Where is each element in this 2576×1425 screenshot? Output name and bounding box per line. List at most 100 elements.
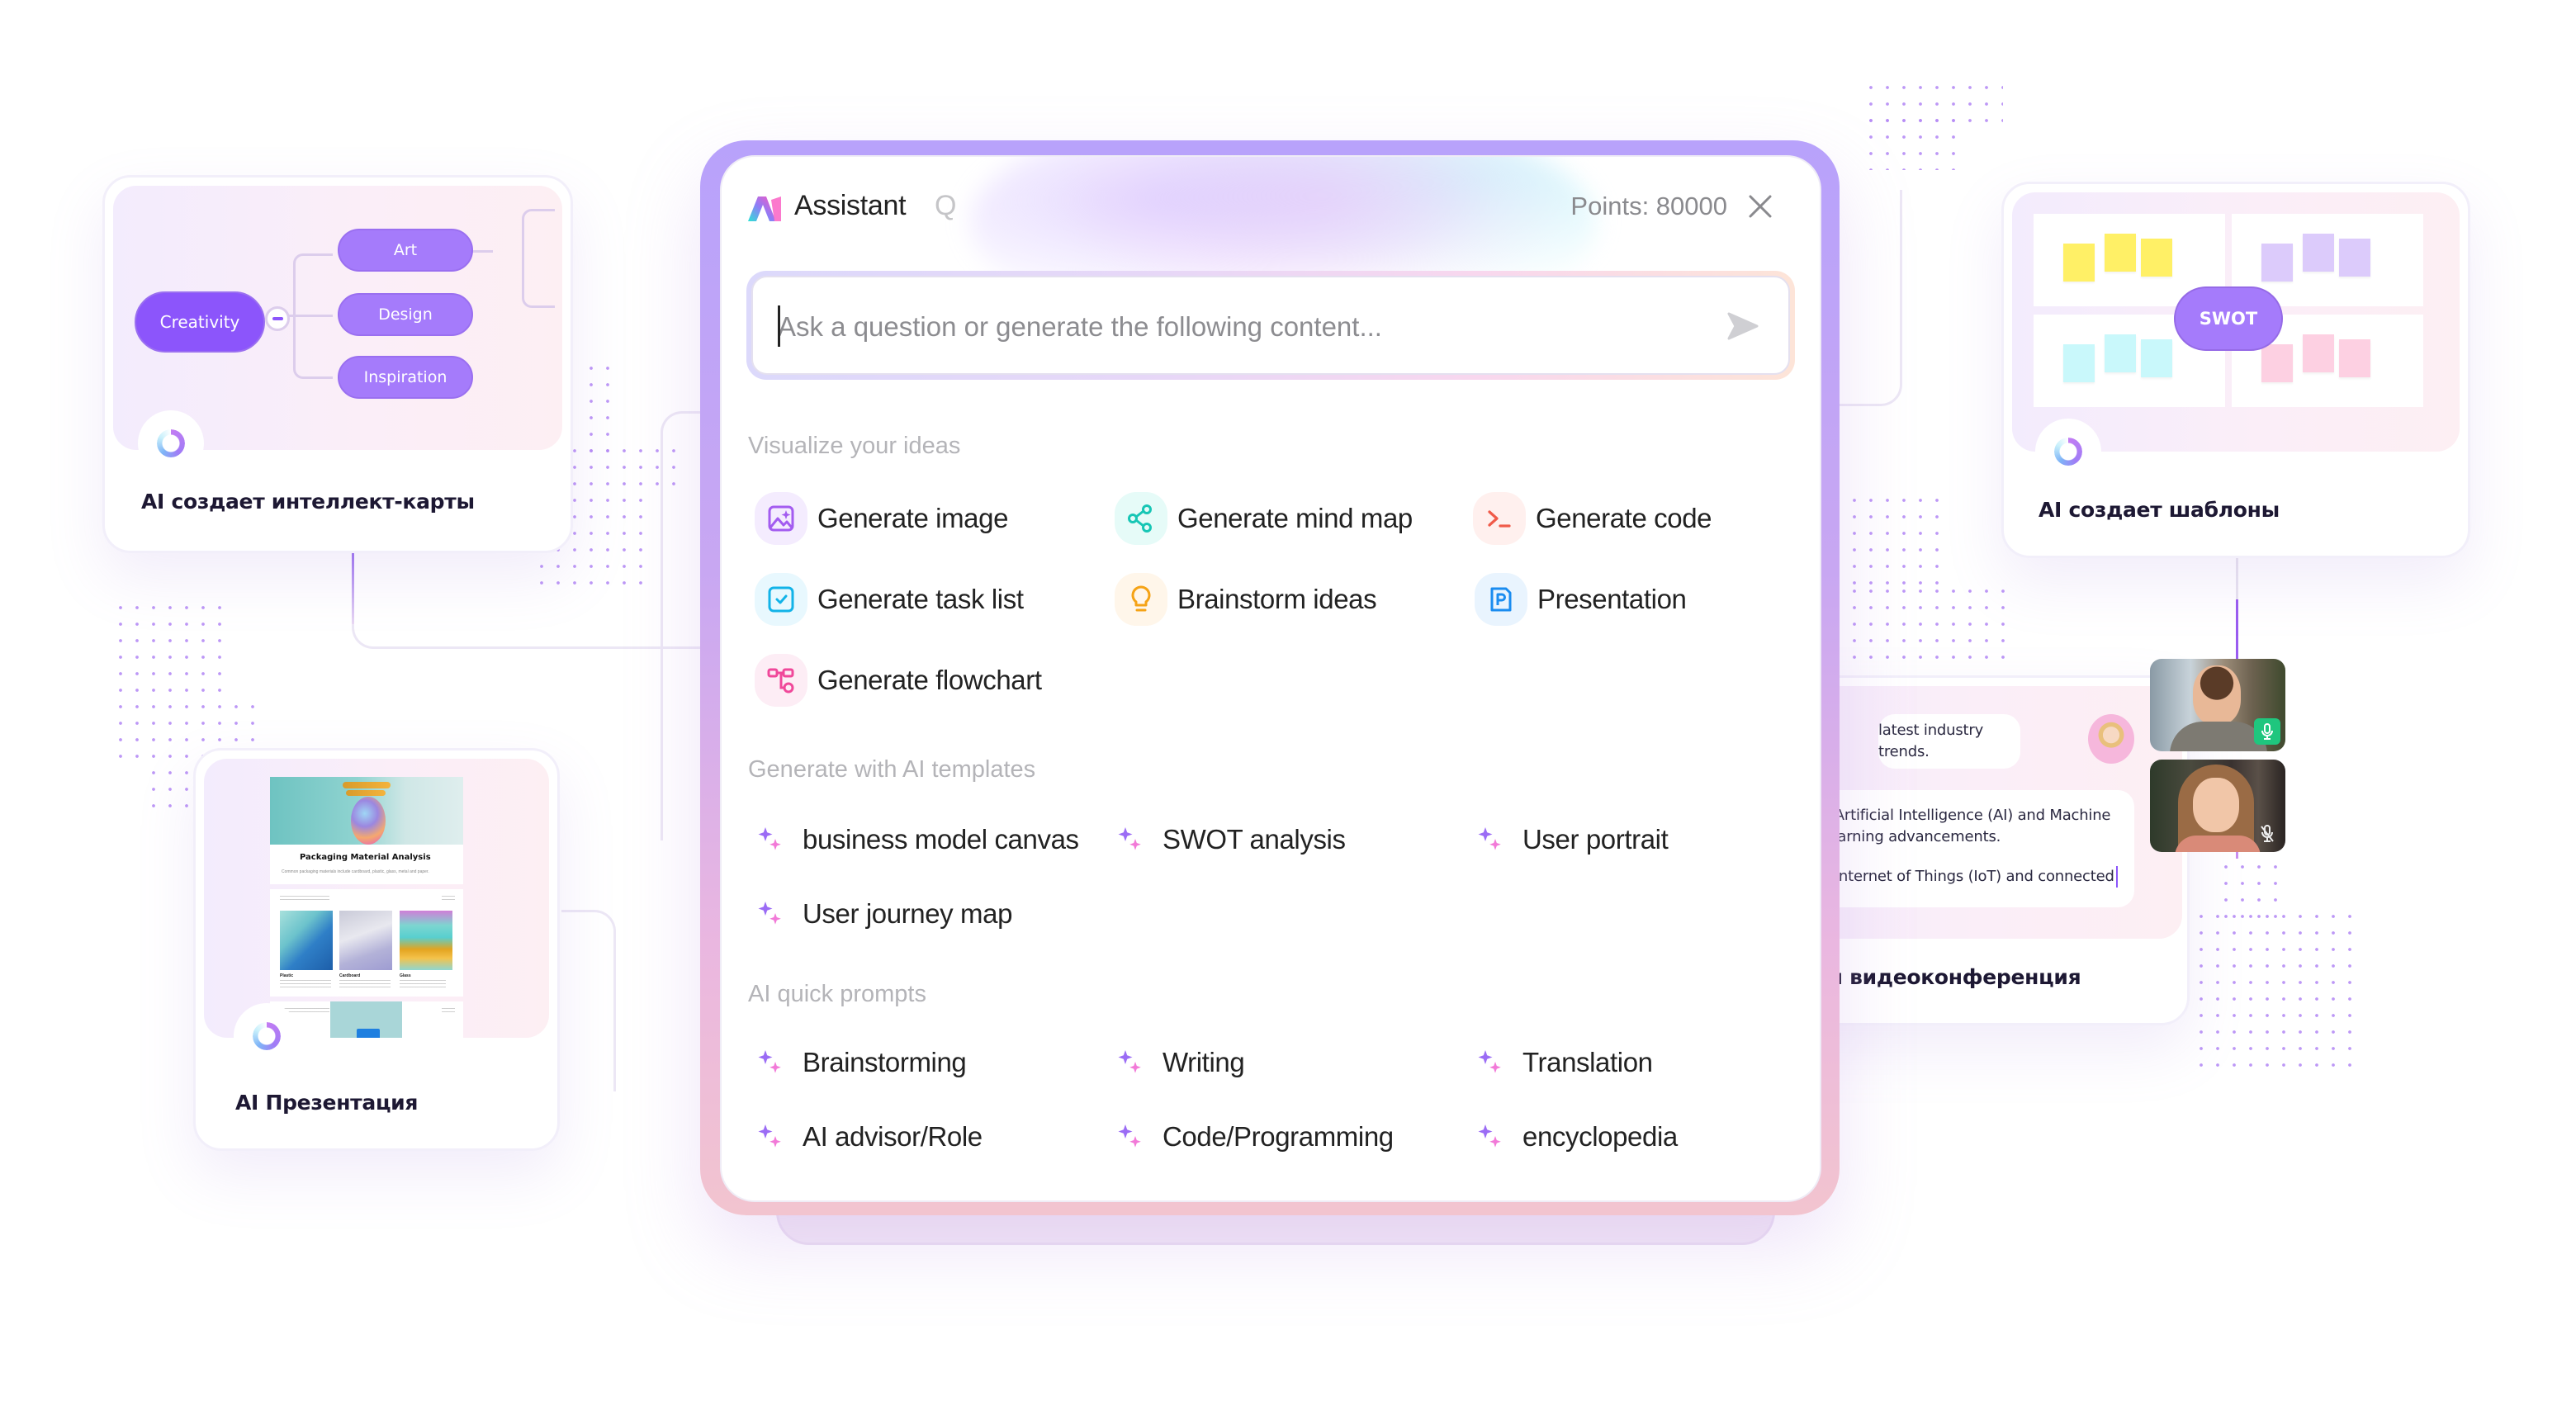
participant-video-tile[interactable]	[2150, 760, 2285, 852]
presentation-icon	[1490, 587, 1512, 612]
mind-map-branch-node: Design	[338, 293, 473, 336]
sticky-note	[2063, 344, 2095, 382]
presentation-preview: Packaging Material Analysis Common packa…	[204, 759, 549, 1038]
tool-generate-code[interactable]: Generate code	[1473, 492, 1712, 545]
tool-generate-image[interactable]: Generate image	[755, 492, 1008, 545]
text-caret	[778, 305, 780, 347]
prompt-label: Writing	[1163, 1047, 1245, 1077]
swot-preview: SWOT	[2012, 192, 2460, 452]
slide-tile-image	[339, 911, 392, 970]
tool-label: Generate flowchart	[817, 665, 1042, 695]
slide-tile-text	[339, 980, 391, 990]
sticky-note	[2063, 244, 2095, 282]
mic-on-icon[interactable]	[2254, 718, 2280, 745]
slide-title: Packaging Material Analysis	[300, 853, 431, 862]
card-title: AI создает шаблоны	[2039, 498, 2280, 522]
tool-brainstorm-ideas[interactable]: Brainstorm ideas	[1115, 573, 1377, 626]
prompt-item[interactable]: SWOT analysis	[1118, 819, 1346, 860]
slide-meta	[305, 1008, 329, 1015]
section-title: Generate with AI templates	[748, 756, 1036, 783]
shortcut-hint: Q	[935, 190, 957, 221]
tool-label: Generate task list	[817, 584, 1024, 614]
prompt-item[interactable]: Brainstorming	[758, 1042, 967, 1083]
tool-generate-mind-map[interactable]: Generate mind map	[1115, 492, 1413, 545]
slide-hero-image	[351, 797, 386, 845]
tool-icon-bg	[1115, 492, 1167, 545]
presentation-slide: Plastic Cardboard Glass	[270, 889, 463, 997]
card-badge	[138, 410, 204, 476]
prompt-label: AI advisor/Role	[803, 1121, 983, 1152]
slide-tile-image	[357, 1029, 380, 1038]
templates-feature-card[interactable]: SWOT AI создает шаблоны	[2001, 182, 2470, 558]
prompt-item[interactable]: Translation	[1478, 1042, 1653, 1083]
prompt-item[interactable]: business model canvas	[758, 819, 1079, 860]
tool-generate-task-list[interactable]: Generate task list	[755, 573, 1024, 626]
mind-map-branch-line	[522, 209, 555, 308]
prompt-item[interactable]: Writing	[1118, 1042, 1245, 1083]
sparkle-icon	[758, 1124, 781, 1148]
prompt-label: SWOT analysis	[1163, 824, 1346, 855]
card-badge	[234, 1003, 300, 1069]
prompt-item[interactable]: User journey map	[758, 893, 1012, 935]
dot-grid	[145, 765, 195, 814]
mind-map-icon	[1128, 504, 1152, 533]
assistant-panel: Assistant Q Points: 80000 Visualize your…	[720, 155, 1821, 1202]
prompt-label: User journey map	[803, 898, 1013, 929]
send-icon[interactable]	[1726, 309, 1760, 343]
slide-tile-text	[280, 980, 331, 990]
prompt-label: User portrait	[1522, 824, 1669, 855]
dot-grid	[2193, 908, 2358, 1073]
tool-icon-bg	[755, 492, 807, 545]
prompt-item[interactable]: AI advisor/Role	[758, 1116, 983, 1158]
close-icon[interactable]	[1747, 193, 1773, 220]
slide-tile-text	[400, 980, 446, 990]
tool-label: Generate code	[1536, 503, 1712, 533]
mind-map-root-node: Creativity	[135, 291, 265, 353]
prompt-label: Translation	[1522, 1047, 1653, 1077]
section-title: Visualize your ideas	[748, 433, 961, 459]
ai-ring-icon	[253, 1022, 281, 1050]
slide-hero-image	[343, 782, 391, 788]
sparkle-icon	[1118, 1050, 1141, 1073]
sticky-note	[2261, 244, 2293, 282]
participant-body	[2175, 836, 2261, 852]
presentation-feature-card[interactable]: Packaging Material Analysis Common packa…	[193, 748, 560, 1151]
tool-generate-flowchart[interactable]: Generate flowchart	[755, 654, 1042, 707]
slide-tile-caption: Plastic	[280, 973, 294, 978]
tool-label: Generate mind map	[1177, 503, 1413, 533]
terminal-icon	[1488, 510, 1511, 528]
slide-meta	[305, 896, 329, 902]
image-sparkle-icon	[768, 505, 794, 532]
prompt-item[interactable]: encyclopedia	[1478, 1116, 1678, 1158]
mic-muted-icon[interactable]	[2254, 821, 2280, 847]
slide-subtitle: Common packaging materials include cardb…	[282, 869, 429, 874]
connector-line	[1833, 190, 1902, 406]
search-field-wrapper	[746, 271, 1795, 380]
prompt-label: encyclopedia	[1522, 1121, 1678, 1152]
prompt-input[interactable]	[778, 302, 1669, 352]
sticky-note	[2303, 234, 2334, 272]
participant-face	[2193, 665, 2241, 725]
search-box	[751, 276, 1790, 375]
dot-grid	[1863, 112, 1962, 170]
slide-tile-caption: Cardboard	[339, 973, 361, 978]
sticky-note	[2261, 344, 2293, 382]
sticky-note	[2303, 334, 2334, 372]
tool-presentation[interactable]: Presentation	[1475, 573, 1687, 626]
slide-tile-caption: Glass	[400, 973, 411, 978]
sticky-note	[2339, 339, 2370, 377]
tool-icon-bg	[1475, 573, 1527, 626]
sparkle-icon	[1118, 1124, 1141, 1148]
participant-video-tile[interactable]	[2150, 659, 2285, 751]
sparkle-icon	[1118, 827, 1141, 850]
ai-reply-line: 2.Internet of Things (IoT) and connected	[1821, 866, 2118, 888]
prompt-item[interactable]: User portrait	[1478, 819, 1669, 860]
participant-body	[2170, 722, 2267, 751]
section-title: AI quick prompts	[748, 981, 926, 1007]
ai-ring-icon	[2054, 438, 2082, 466]
prompt-item[interactable]: Code/Programming	[1118, 1116, 1394, 1158]
dot-grid	[1846, 492, 1945, 591]
presentation-slide: Packaging Material Analysis Common packa…	[270, 777, 463, 884]
mind-map-feature-card[interactable]: Creativity Art Design Inspiration AI соз…	[102, 175, 573, 553]
collapse-minus-icon	[265, 306, 290, 331]
